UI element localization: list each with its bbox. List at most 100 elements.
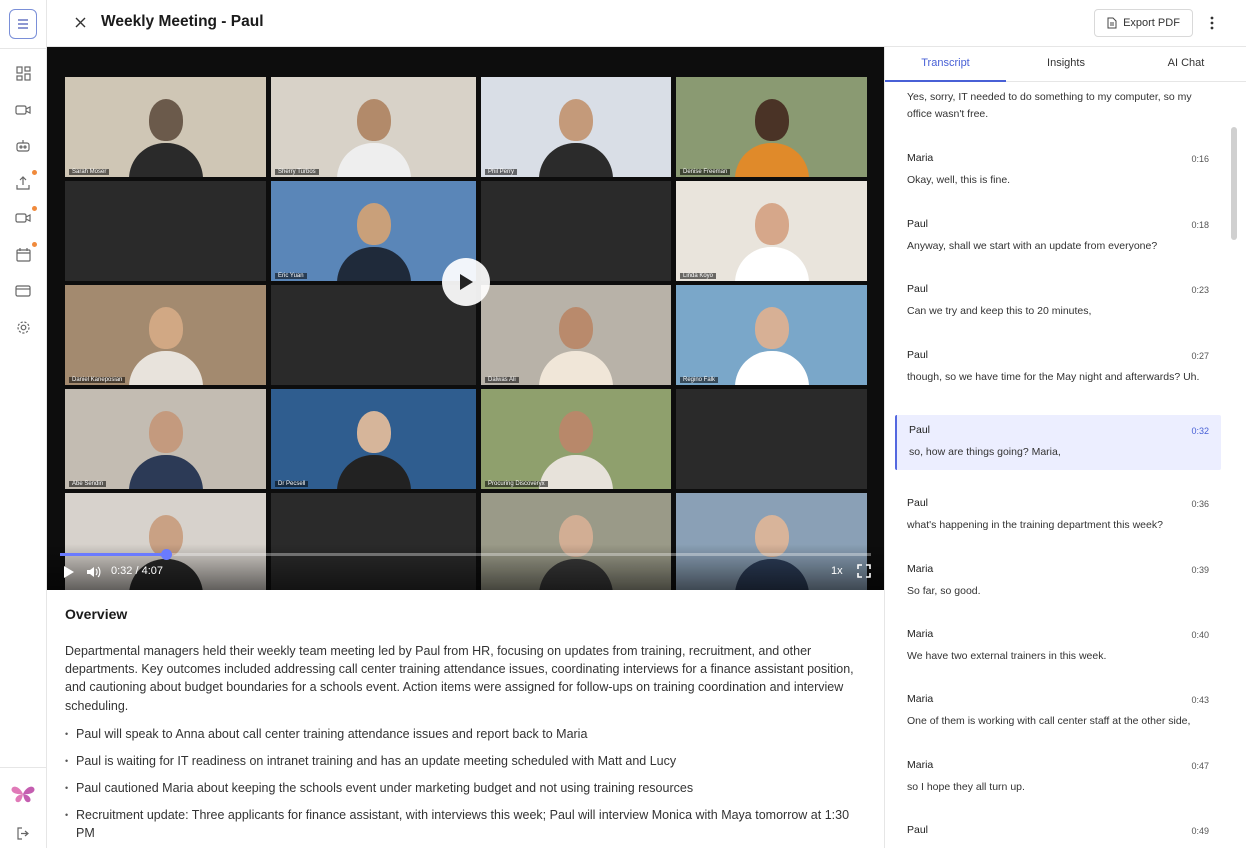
transcript-entry[interactable]: Yes, sorry, IT needed to do something to… (895, 89, 1221, 123)
transcript-entry[interactable]: Paul 0:18 Anyway, shall we start with an u… (895, 218, 1221, 255)
more-options-icon[interactable] (1204, 13, 1220, 33)
transcript-entry[interactable]: Paul 0:49 (895, 824, 1221, 836)
notification-dot (32, 242, 37, 247)
speaker-name: Paul (907, 283, 929, 295)
progress-fill (60, 553, 167, 556)
transcript-entry[interactable]: Paul 0:23 Can we try and keep this to 20 m… (895, 283, 1221, 320)
timestamp[interactable]: 0:18 (1191, 220, 1209, 230)
participant-name: Denise Freeman (680, 169, 731, 175)
transcript-list[interactable]: Yes, sorry, IT needed to do something to… (885, 83, 1231, 848)
export-pdf-button[interactable]: Export PDF (1094, 9, 1193, 37)
speaker-name: Paul (907, 218, 929, 230)
record-icon[interactable] (14, 209, 32, 227)
timestamp[interactable]: 0:36 (1191, 499, 1209, 509)
transcript-text: what's happening in the training departm… (907, 519, 1163, 531)
transcript-entry[interactable]: Maria 0:39 So far, so good. (895, 563, 1221, 600)
participant-grid: Sarah Moser Sherry Turbos Phil Perry Denise… (65, 77, 867, 590)
export-pdf-label: Export PDF (1123, 17, 1180, 29)
participant-name: Dr Pecsell (275, 481, 309, 487)
speaker-name: Paul (907, 349, 929, 361)
speaker-name: Maria (907, 152, 934, 164)
tab-bar: Transcript Insights AI Chat (885, 47, 1246, 82)
page-title: Weekly Meeting - Paul (101, 13, 264, 30)
timestamp[interactable]: 0:23 (1191, 285, 1209, 295)
transcript-text: So far, so good. (907, 585, 981, 597)
timestamp[interactable]: 0:47 (1191, 761, 1209, 771)
participant-tile: Phil Perry (481, 77, 671, 177)
transcript-entry[interactable]: Maria 0:40 We have two external trainers i… (895, 628, 1221, 665)
timestamp[interactable]: 0:16 (1191, 154, 1209, 164)
logout-icon[interactable] (14, 824, 32, 842)
bot-icon[interactable] (14, 137, 32, 155)
notification-dot (32, 170, 37, 175)
timestamp[interactable]: 0:27 (1191, 351, 1209, 361)
transcript-entry[interactable]: Paul 0:36 what's happening in the training… (895, 497, 1221, 534)
left-rail (0, 0, 47, 848)
volume-icon[interactable] (85, 564, 103, 580)
timestamp[interactable]: 0:32 (1191, 426, 1209, 436)
document-icon (1107, 17, 1117, 29)
video-icon[interactable] (14, 101, 32, 119)
overview-summary: Departmental managers held their weekly … (65, 644, 854, 713)
side-panel: Transcript Insights AI Chat Yes, sorry, … (884, 47, 1246, 848)
menu-icon[interactable] (9, 9, 37, 39)
transcript-text: Can we try and keep this to 20 minutes, (907, 305, 1092, 317)
participant-name: Procuring Discoveryx (485, 481, 548, 487)
play-icon[interactable] (61, 564, 77, 580)
transcript-entry[interactable]: Maria 0:43 One of them is working with cal… (895, 693, 1221, 730)
transcript-text: so, how are things going? Maria, (909, 446, 1061, 458)
speaker-name: Maria (907, 759, 934, 771)
transcript-entry[interactable]: Maria 0:16 Okay, well, this is fine. (895, 152, 1221, 189)
participant-tile: Sarah Moser (65, 77, 266, 177)
scrollbar[interactable] (1231, 127, 1237, 240)
close-icon[interactable] (71, 13, 89, 31)
card-icon[interactable] (14, 282, 32, 300)
calendar-icon[interactable] (14, 245, 32, 263)
participant-tile (271, 285, 476, 385)
timestamp[interactable]: 0:43 (1191, 695, 1209, 705)
header: Weekly Meeting - Paul Export PDF (47, 0, 1246, 47)
transcript-entry[interactable]: Maria 0:47 so I hope they all turn up. (895, 759, 1221, 796)
participant-name: Eric Yuan (275, 273, 307, 279)
settings-icon[interactable] (14, 318, 32, 336)
play-overlay-button[interactable] (442, 258, 490, 306)
participant-name: Dalwas Ali (485, 377, 519, 383)
video-player[interactable]: Sarah Moser Sherry Turbos Phil Perry Denise… (47, 47, 884, 590)
participant-tile: Daniel Kaneposian (65, 285, 266, 385)
timestamp[interactable]: 0:40 (1191, 630, 1209, 640)
list-item: Paul will speak to Anna about call cente… (65, 725, 865, 743)
tab-insights[interactable]: Insights (1006, 57, 1126, 69)
tab-transcript[interactable]: Transcript (885, 57, 1006, 69)
playback-speed[interactable]: 1x (831, 565, 843, 577)
participant-name: Abe Sendin (69, 481, 107, 487)
overview-heading: Overview (65, 606, 128, 622)
participant-tile: Abe Sendin (65, 389, 266, 489)
fullscreen-icon[interactable] (856, 563, 872, 579)
participant-tile: Dalwas Ali (481, 285, 671, 385)
notification-dot (32, 206, 37, 211)
transcript-text: One of them is working with call center … (907, 715, 1191, 727)
transcript-entry[interactable]: Paul 0:32 so, how are things going? Maria, (895, 415, 1221, 470)
transcript-text: so I hope they all turn up. (907, 781, 1025, 793)
participant-tile: Procuring Discoveryx (481, 389, 671, 489)
transcript-text: We have two external trainers in this we… (907, 650, 1107, 662)
transcript-entry[interactable]: Paul 0:27 though, so we have time for the … (895, 349, 1221, 386)
timestamp[interactable]: 0:39 (1191, 565, 1209, 575)
speaker-name: Paul (907, 497, 929, 509)
speaker-name: Maria (907, 628, 934, 640)
transcript-text: Anyway, shall we start with an update fr… (907, 240, 1158, 252)
upload-icon[interactable] (14, 173, 32, 191)
progress-handle[interactable] (161, 549, 173, 560)
dashboard-icon[interactable] (14, 64, 32, 82)
speaker-name: Maria (907, 563, 934, 575)
participant-tile: Denise Freeman (676, 77, 867, 177)
participant-name: Sarah Moser (69, 169, 110, 175)
participant-name: Sherry Turbos (275, 169, 319, 175)
participant-tile: Dr Pecsell (271, 389, 476, 489)
progress-bar[interactable] (60, 549, 871, 560)
transcript-text: Yes, sorry, IT needed to do something to… (907, 91, 1192, 120)
tab-ai-chat[interactable]: AI Chat (1126, 57, 1246, 69)
timestamp[interactable]: 0:49 (1191, 826, 1209, 836)
butterfly-logo-icon (11, 784, 35, 804)
transcript-text: though, so we have time for the May nigh… (907, 371, 1200, 383)
